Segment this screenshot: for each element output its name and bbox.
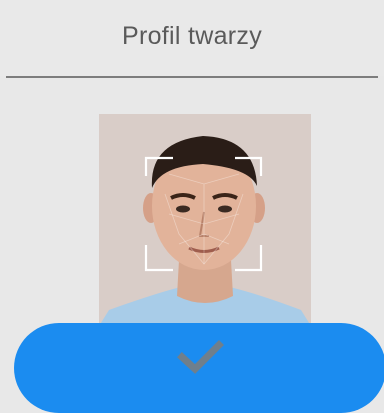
face-profile-photo [99, 114, 311, 326]
face-scan-frame-icon [144, 156, 263, 272]
header-divider [6, 76, 378, 78]
confirm-button[interactable] [14, 323, 384, 413]
page-title: Profil twarzy [121, 21, 263, 50]
checkmark-icon [177, 340, 224, 374]
header-bar: Profil twarzy [0, 0, 384, 76]
